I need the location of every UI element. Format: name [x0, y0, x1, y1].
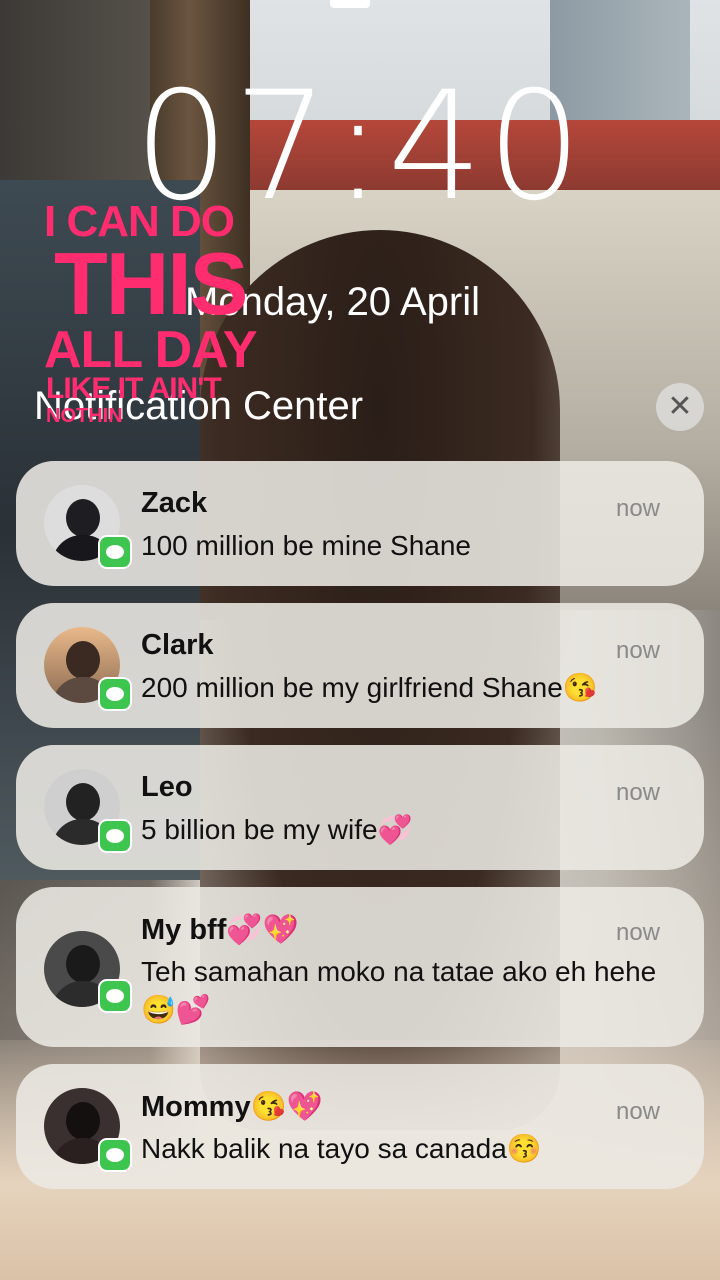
messages-icon	[98, 677, 132, 711]
notification-sender: Clark	[141, 629, 214, 661]
sticker-line: LIKE IT AIN'T	[46, 372, 222, 405]
notification-sender: Leo	[141, 771, 193, 803]
notification-message: 200 million be my girlfriend Shane😘	[141, 672, 598, 703]
status-indicator	[330, 0, 370, 8]
lock-screen: 07:40 Monday, 20 April Notification Cent…	[0, 0, 720, 1280]
notification-card[interactable]: Zack now 100 million be mine Shane	[16, 461, 704, 586]
notification-card[interactable]: Mommy😘💖 now Nakk balik na tayo sa canada…	[16, 1064, 704, 1189]
notification-message: Nakk balik na tayo sa canada😚	[141, 1133, 542, 1164]
notification-time: now	[615, 919, 660, 946]
sticker-text: I CAN DO THIS ALL DAY LIKE IT AIN'T NOTH…	[44, 200, 304, 440]
messages-icon	[98, 979, 132, 1013]
notification-message: Teh samahan moko na tatae ako eh hehe😅💕	[141, 956, 657, 1025]
notification-card[interactable]: Clark now 200 million be my girlfriend S…	[16, 603, 704, 728]
notification-time: now	[615, 495, 660, 522]
sticker-line: ALL DAY	[44, 321, 258, 379]
notification-time: now	[615, 1098, 660, 1125]
messages-icon	[98, 1138, 132, 1172]
clear-notifications-button[interactable]: ✕	[656, 383, 704, 431]
close-icon: ✕	[667, 389, 693, 424]
notification-sender: My bff💞💖	[141, 914, 299, 946]
messages-icon	[98, 819, 132, 853]
notification-sender: Mommy😘💖	[141, 1091, 323, 1123]
notification-card[interactable]: Leo now 5 billion be my wife💞	[16, 745, 704, 870]
notification-card[interactable]: My bff💞💖 now Teh samahan moko na tatae a…	[16, 887, 704, 1047]
notification-time: now	[615, 637, 660, 664]
sticker-line: THIS	[54, 234, 248, 333]
messages-icon	[98, 535, 132, 569]
notification-message: 100 million be mine Shane	[141, 530, 471, 561]
notification-message: 5 billion be my wife💞	[141, 814, 413, 845]
notification-sender: Zack	[141, 487, 208, 519]
notification-time: now	[615, 779, 660, 806]
sticker-line: NOTHIN	[46, 405, 123, 427]
